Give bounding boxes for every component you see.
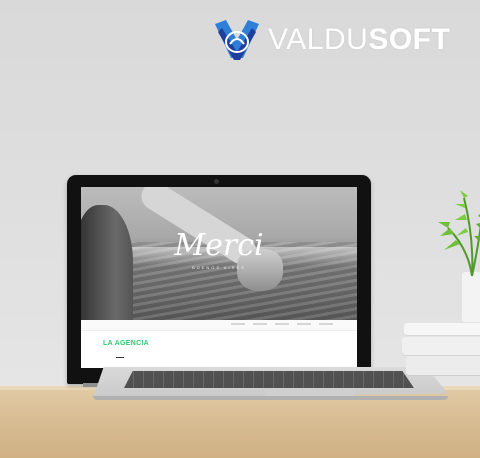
nav-link (231, 323, 245, 325)
plant-icon (434, 188, 480, 278)
logo-text-bold: SOFT (368, 23, 451, 56)
laptop-camera (214, 179, 219, 184)
nav-link (319, 323, 333, 325)
laptop-trackpad (265, 389, 355, 396)
section-title: LA AGENCIA (103, 340, 150, 347)
hero-subtitle: BUENOS AIRES (192, 265, 246, 270)
website-nav-logo (103, 321, 117, 327)
laptop-base-edge (93, 396, 448, 400)
valdusoft-logo-icon (212, 18, 262, 62)
photo-scene: VALDUSOFT Merci BUENOS AIRES LA AGENCIA (0, 0, 480, 458)
logo-text-light: VALDU (268, 23, 369, 56)
laptop-screen: Merci BUENOS AIRES LA AGENCIA (81, 187, 357, 368)
website-nav-links (231, 323, 333, 325)
nav-link (253, 323, 267, 325)
valdusoft-logo: VALDUSOFT (212, 18, 450, 62)
book-middle (402, 337, 480, 356)
laptop-lid: Merci BUENOS AIRES LA AGENCIA (67, 175, 371, 384)
plant-pot (462, 272, 480, 322)
laptop-keyboard (124, 371, 414, 388)
book-bottom (406, 356, 480, 376)
website-navbar (81, 320, 357, 331)
nav-link (275, 323, 289, 325)
section-divider (116, 357, 124, 358)
nav-link (297, 323, 311, 325)
hero-title: Merci (174, 228, 264, 263)
website-hero-image: Merci BUENOS AIRES (81, 187, 357, 320)
book-top (404, 323, 480, 336)
valdusoft-logo-text: VALDUSOFT (268, 18, 450, 62)
